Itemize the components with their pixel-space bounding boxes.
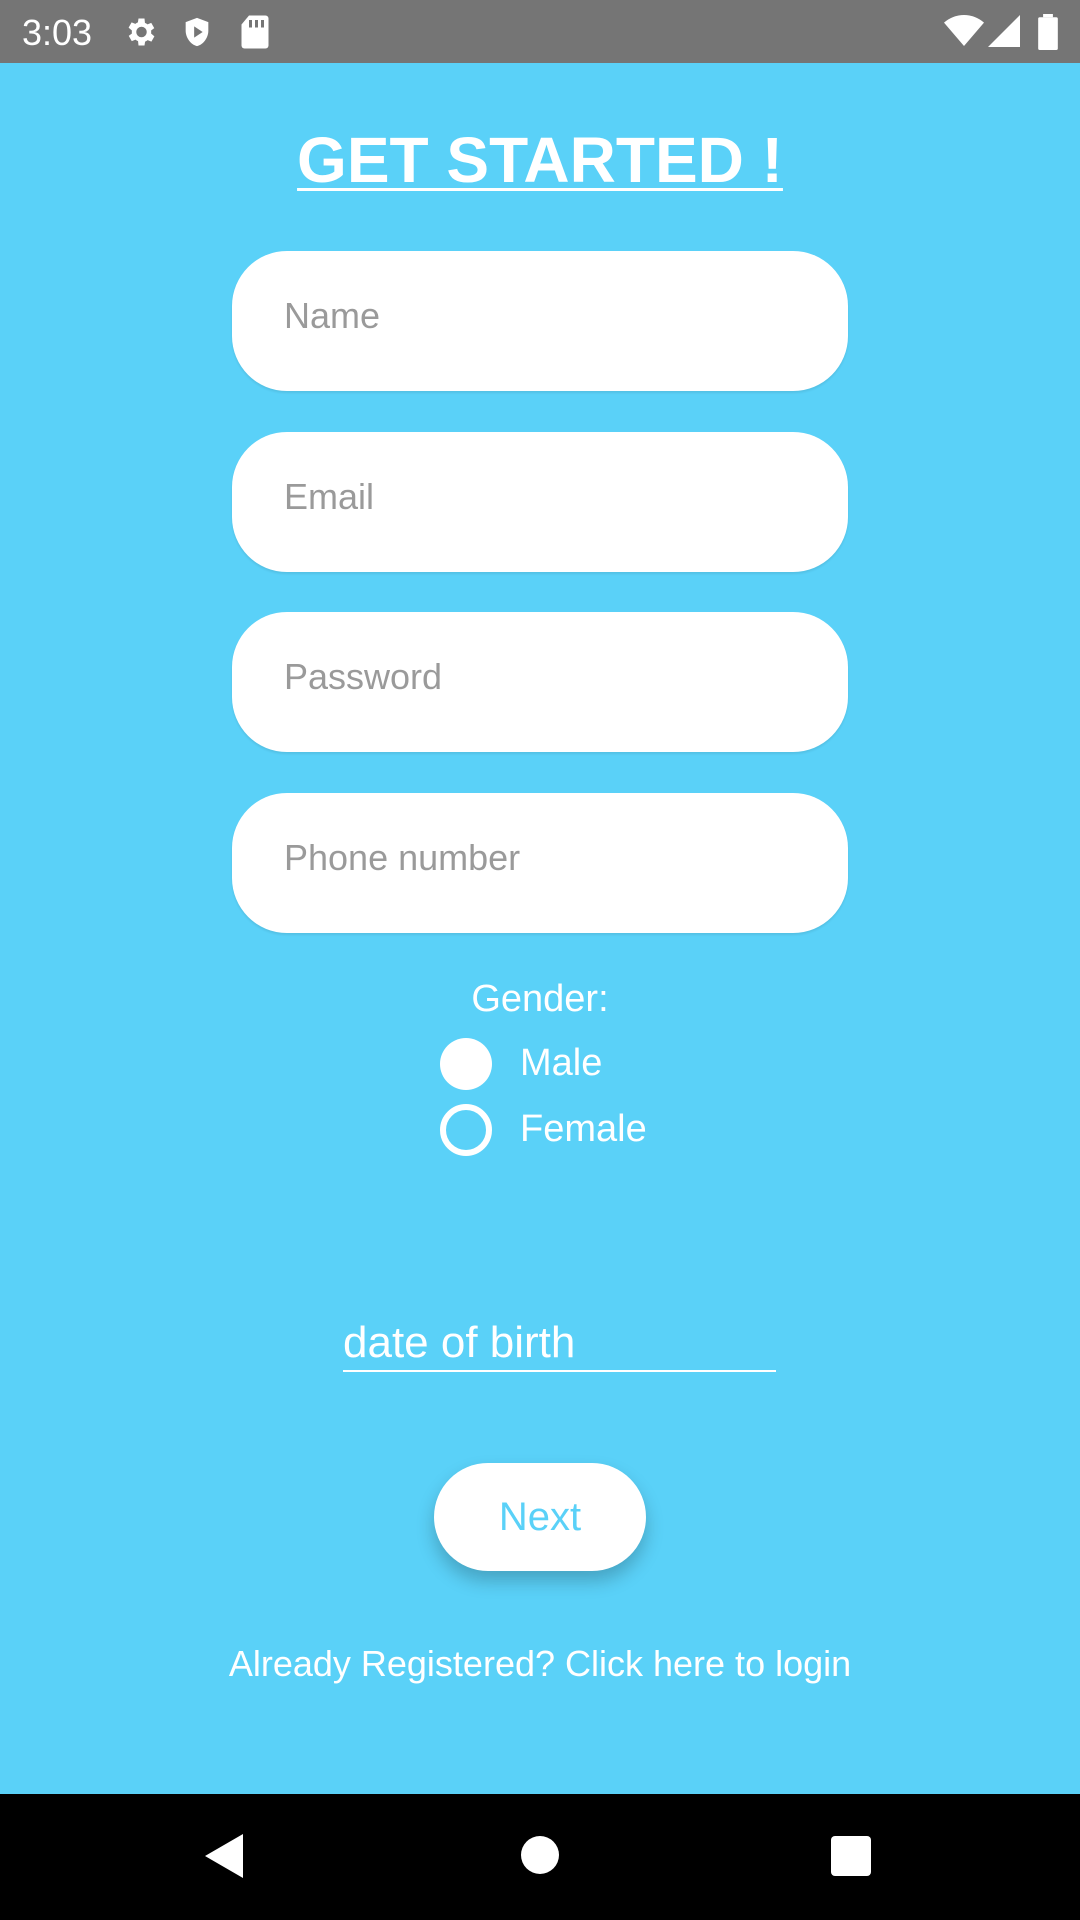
recent-apps-icon[interactable] [831,1836,871,1876]
battery-icon [1038,14,1058,55]
next-button[interactable]: Next [434,1463,646,1571]
shield-icon [180,14,214,55]
phone-number-field[interactable]: Phone number [232,793,848,933]
status-time: 3:03 [22,12,93,53]
page-title: GET STARTED ! [297,124,783,196]
radio-male-indicator[interactable] [440,1038,492,1090]
back-icon[interactable] [205,1834,243,1878]
email-placeholder: Email [284,476,375,517]
registration-screen: GET STARTED ! Name Email Password Phone … [0,63,1080,1794]
radio-female-label: Female [520,1108,647,1150]
radio-female-indicator[interactable] [440,1104,492,1156]
name-placeholder: Name [284,295,381,336]
password-placeholder: Password [284,656,443,697]
status-bar: 3:03 [0,0,1080,63]
phone-placeholder: Phone number [284,837,521,878]
sd-card-icon [240,14,270,55]
login-link[interactable]: Already Registered? Click here to login [0,1643,1080,1685]
radio-male-label: Male [520,1042,603,1084]
gender-label: Gender: [471,978,609,1020]
signal-icon [988,14,1020,53]
wifi-icon [944,14,984,53]
name-field[interactable]: Name [232,251,848,391]
date-of-birth-field[interactable]: date of birth [343,1318,776,1372]
home-icon[interactable] [521,1836,559,1874]
navigation-bar [0,1794,1080,1920]
settings-icon [122,14,158,55]
password-field[interactable]: Password [232,612,848,752]
email-field[interactable]: Email [232,432,848,572]
